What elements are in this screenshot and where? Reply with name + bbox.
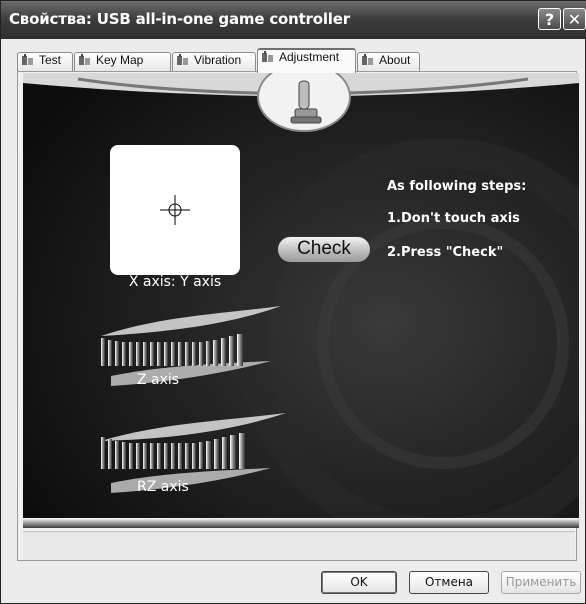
tab-about[interactable]: About [357, 52, 420, 72]
z-axis-label: Z axis [137, 372, 180, 388]
tab-label: Test [39, 53, 62, 67]
tab-label: Key Map [96, 53, 144, 67]
gamepad-icon [262, 51, 273, 62]
tab-vibration[interactable]: Vibration [172, 52, 256, 72]
properties-dialog: Свойства: USB all-in-one game controller… [0, 0, 586, 604]
crosshair-icon [160, 195, 190, 225]
gamepad-icon [362, 54, 373, 65]
gamepad-icon [177, 54, 188, 65]
xy-axis-display [110, 145, 240, 275]
tab-label: Adjustment [279, 50, 340, 64]
apply-button[interactable]: Применить [501, 571, 581, 594]
gamepad-icon [79, 54, 90, 65]
gamepad-icon [22, 54, 33, 65]
tab-adjustment[interactable]: Adjustment [257, 48, 356, 73]
tab-label: Vibration [194, 53, 242, 67]
tab-label: About [379, 53, 411, 67]
tab-test[interactable]: Test [17, 52, 73, 72]
rz-axis-label: RZ axis [137, 479, 189, 495]
step-1: 1.Don't touch axis [387, 211, 520, 226]
joystick-emblem-icon [257, 71, 351, 132]
steps-title: As following steps: [387, 179, 527, 194]
check-button[interactable]: Check [277, 236, 371, 263]
tab-key-map[interactable]: Key Map [74, 52, 171, 72]
ok-button[interactable]: OK [321, 571, 397, 594]
status-area [23, 531, 575, 560]
window-title: Свойства: USB all-in-one game controller [9, 10, 350, 28]
title-bar[interactable]: Свойства: USB all-in-one game controller… [1, 1, 586, 39]
xy-axis-label: X axis: Y axis [128, 274, 222, 290]
z-axis-gauge [101, 306, 281, 386]
cancel-button[interactable]: Отмена [409, 571, 489, 594]
close-button[interactable]: ✕ [563, 8, 586, 30]
help-button[interactable]: ? [538, 8, 561, 30]
step-2: 2.Press "Check" [387, 245, 504, 260]
